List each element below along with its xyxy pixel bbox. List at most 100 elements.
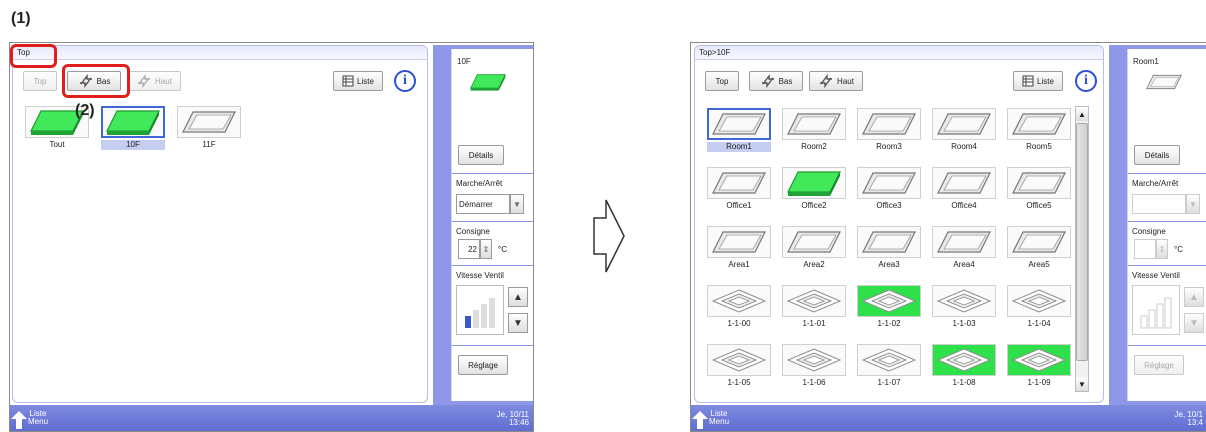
zone-label: Area3 <box>878 260 900 269</box>
fan-up-button[interactable]: ▲ <box>1184 287 1204 307</box>
zone-label: 1-1-07 <box>877 378 901 387</box>
chevron-down-icon[interactable]: ▼ <box>510 194 524 214</box>
onoff-label: Marche/Arrêt <box>456 179 503 188</box>
zone-tile[interactable]: 1-1-08 <box>932 344 996 388</box>
zone-tile[interactable]: Area2 <box>782 226 846 270</box>
zone-tile[interactable]: Area1 <box>707 226 771 270</box>
left-side-column: 10F Détails Marche/Arrêt Démarrer ▼ Cons… <box>433 45 533 405</box>
scroll-down-icon[interactable]: ▼ <box>1076 377 1088 391</box>
zone-label: Area5 <box>1028 260 1050 269</box>
details-label: Détails <box>1144 150 1170 160</box>
zone-tile[interactable]: 1-1-00 <box>707 285 771 329</box>
zone-tile[interactable]: Area3 <box>857 226 921 270</box>
floor-green-icon <box>103 107 163 137</box>
zone-label: Office4 <box>951 201 977 210</box>
adjust-button[interactable]: Réglage <box>1134 355 1184 375</box>
fan-speed-gauge <box>456 285 504 335</box>
left-top-button[interactable]: Top <box>23 71 57 91</box>
highlight-breadcrumb <box>10 44 57 68</box>
zone-tile[interactable]: 1-1-04 <box>1007 285 1071 329</box>
setpoint-value[interactable]: 22 <box>458 239 480 259</box>
right-main-panel: Top>10F Top Bas Haut Liste i Room1 Room2 R… <box>694 45 1104 403</box>
annotation-2: (2) <box>75 102 95 119</box>
unit-label: °C <box>498 245 507 254</box>
zone-label: Area1 <box>728 260 750 269</box>
zone-tile[interactable]: 1-1-09 <box>1007 344 1071 388</box>
fan-down-button[interactable]: ▼ <box>508 313 528 333</box>
zone-label: Room2 <box>801 142 827 151</box>
zone-label: Room1 <box>707 142 771 152</box>
onoff-select[interactable] <box>1132 194 1186 214</box>
right-footer: Liste Menu Je, 10/1 13:4 <box>691 405 1206 431</box>
details-button[interactable]: Détails <box>1134 145 1180 165</box>
chevron-down-icon[interactable]: ▼ <box>1186 194 1200 214</box>
zone-tile[interactable]: Area5 <box>1007 226 1071 270</box>
stepper-icon[interactable]: ⇕ <box>480 239 492 259</box>
zone-tile[interactable]: 1-1-07 <box>857 344 921 388</box>
floor-gray-icon <box>859 227 919 257</box>
left-screen: Top Top Bas Haut Liste i Tout 10F 11F 10… <box>9 42 534 432</box>
zone-label: 1-1-09 <box>1027 378 1051 387</box>
details-label: Détails <box>468 150 494 160</box>
adjust-button[interactable]: Réglage <box>458 355 508 375</box>
zone-tile[interactable]: Room2 <box>782 108 846 152</box>
cassette-unit-icon <box>934 345 994 375</box>
onoff-select[interactable]: Démarrer <box>456 194 510 214</box>
cassette-unit-icon <box>1009 345 1069 375</box>
details-button[interactable]: Détails <box>458 145 504 165</box>
arrows-icon <box>136 74 152 88</box>
zone-tile[interactable]: Office2 <box>782 167 846 211</box>
fan-bars-icon <box>465 298 495 328</box>
left-liste-button[interactable]: Liste <box>333 71 383 91</box>
info-icon[interactable]: i <box>394 70 416 92</box>
setpoint-value[interactable] <box>1134 239 1156 259</box>
fan-bars-icon <box>1140 297 1172 329</box>
zone-tile[interactable]: Room4 <box>932 108 996 152</box>
info-icon[interactable]: i <box>1075 70 1097 92</box>
zone-tile[interactable]: Room3 <box>857 108 921 152</box>
fan-speed-gauge <box>1132 285 1180 335</box>
cassette-unit-icon <box>934 286 994 316</box>
tile-11f[interactable]: 11F <box>177 106 241 150</box>
onoff-label: Marche/Arrêt <box>1132 179 1179 188</box>
cassette-unit-icon <box>1009 286 1069 316</box>
zone-tile[interactable]: Office1 <box>707 167 771 211</box>
fan-label: Vitesse Ventil <box>1132 271 1180 280</box>
floor-gray-icon <box>709 168 769 198</box>
zone-tile[interactable]: 1-1-03 <box>932 285 996 329</box>
zone-tile[interactable]: Office3 <box>857 167 921 211</box>
zone-label: 1-1-04 <box>1027 319 1051 328</box>
zone-tile[interactable]: Room5 <box>1007 108 1071 152</box>
left-main-panel: Top Top Bas Haut Liste i Tout 10F 11F <box>12 45 428 403</box>
zone-tile[interactable]: 1-1-02 <box>857 285 921 329</box>
zone-tile[interactable]: 1-1-01 <box>782 285 846 329</box>
zone-tile[interactable]: 1-1-05 <box>707 344 771 388</box>
zone-tile[interactable]: Office5 <box>1007 167 1071 211</box>
side-title: Room1 <box>1133 57 1159 66</box>
zone-tile[interactable]: Office4 <box>932 167 996 211</box>
cassette-unit-icon <box>709 286 769 316</box>
floor-gray-icon <box>709 109 769 139</box>
zone-label: 1-1-01 <box>802 319 826 328</box>
fan-label: Vitesse Ventil <box>456 271 504 280</box>
cassette-unit-icon <box>784 345 844 375</box>
left-top-label: Top <box>33 76 47 86</box>
scroll-up-icon[interactable]: ▲ <box>1076 107 1088 121</box>
zone-label: Office2 <box>801 201 827 210</box>
scroll-thumb[interactable] <box>1076 123 1088 361</box>
zone-tile[interactable]: 1-1-06 <box>782 344 846 388</box>
left-haut-button[interactable]: Haut <box>127 71 181 91</box>
stepper-icon[interactable]: ⇕ <box>1156 239 1168 259</box>
zone-tile[interactable]: Room1 <box>707 108 771 152</box>
menu-button[interactable]: Liste Menu <box>691 405 753 431</box>
cassette-unit-icon <box>859 286 919 316</box>
scrollbar[interactable]: ▲ ▼ <box>1075 106 1089 392</box>
menu-button[interactable]: Liste Menu <box>10 405 72 431</box>
left-haut-label: Haut <box>155 76 172 86</box>
zone-label: Office3 <box>876 201 902 210</box>
zone-tile[interactable]: Area4 <box>932 226 996 270</box>
right-screen: Top>10F Top Bas Haut Liste i Room1 Room2 R… <box>690 42 1206 432</box>
fan-up-button[interactable]: ▲ <box>508 287 528 307</box>
tile-10f[interactable]: 10F <box>101 106 165 150</box>
fan-down-button[interactable]: ▼ <box>1184 313 1204 333</box>
